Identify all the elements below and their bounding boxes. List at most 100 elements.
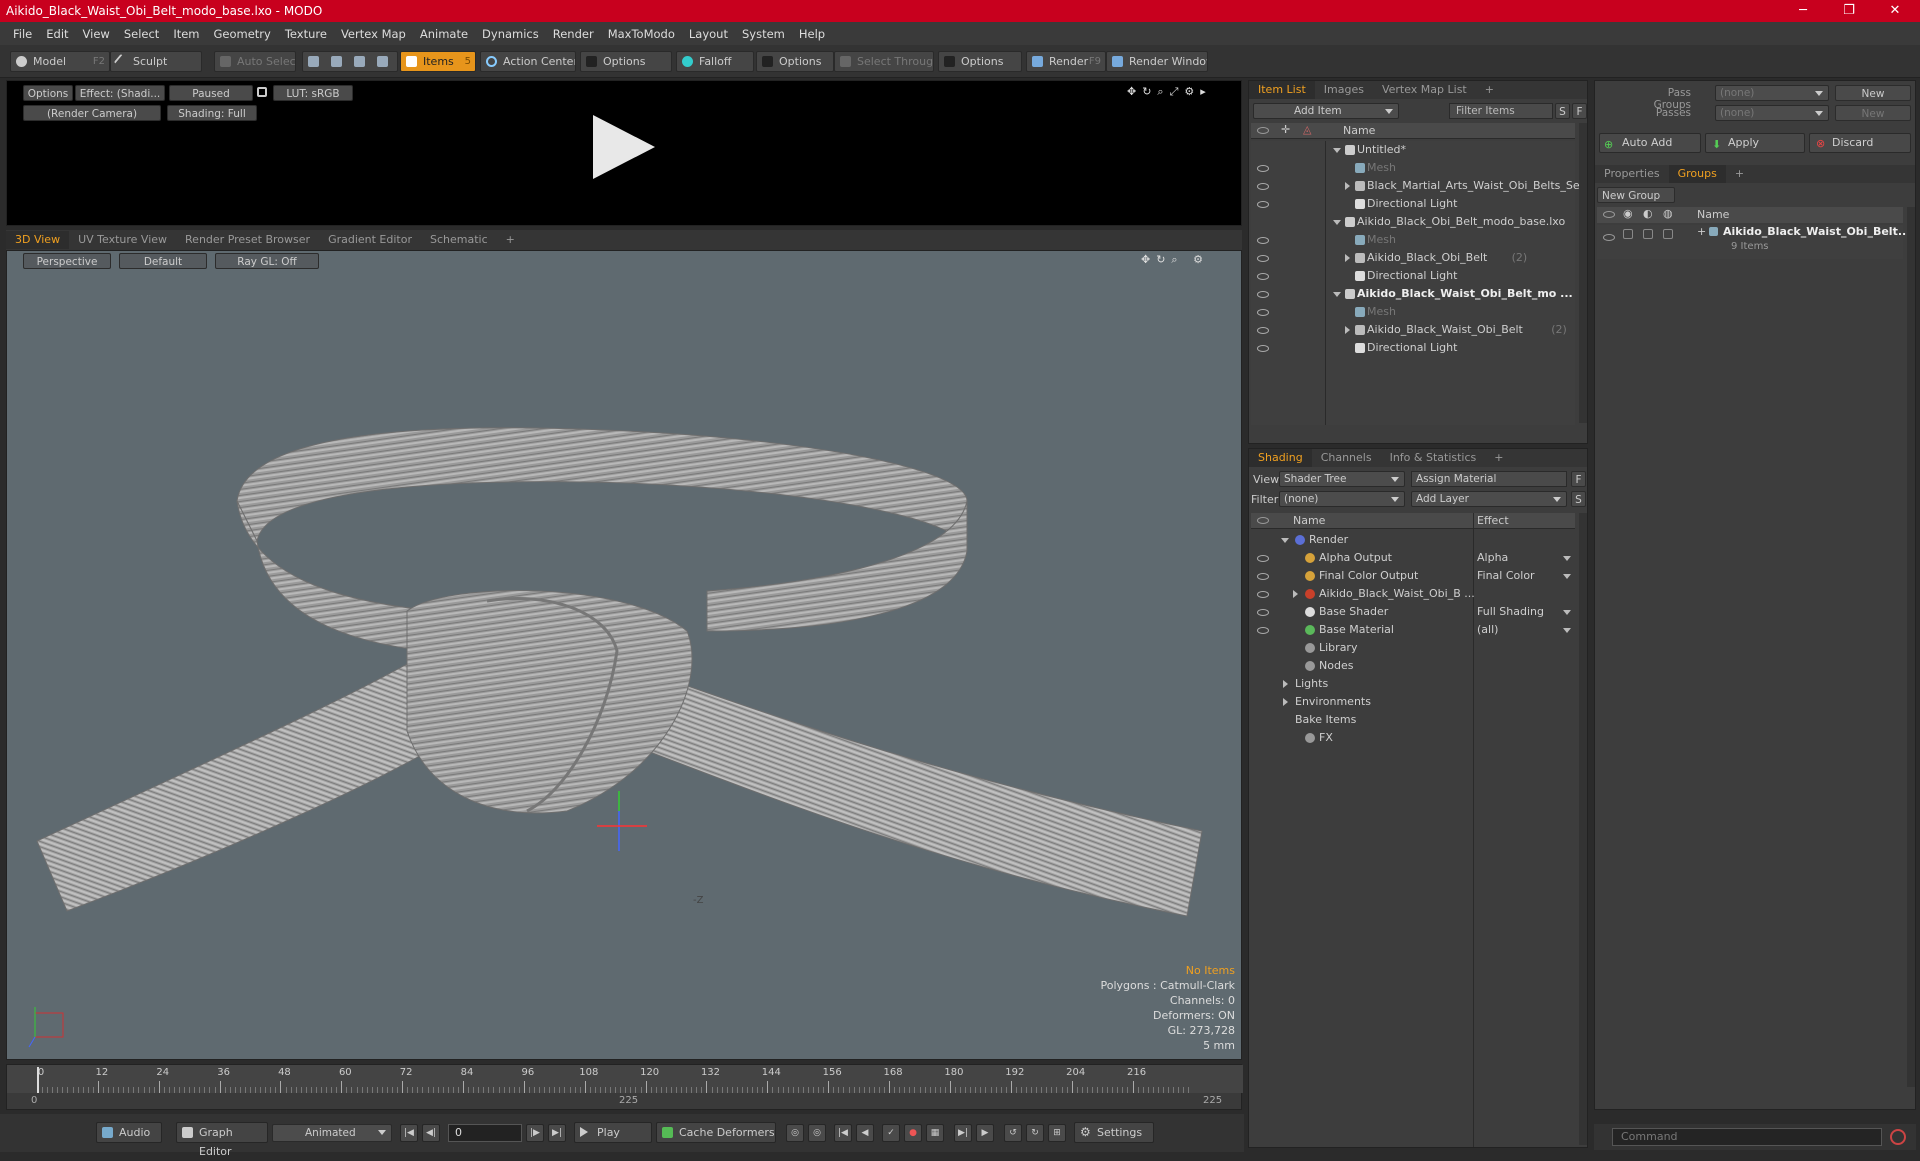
menu-item-file[interactable]: File: [6, 27, 39, 41]
effect-dropdown[interactable]: (all): [1477, 621, 1573, 639]
tab-uv-texture-view[interactable]: UV Texture View: [69, 231, 176, 249]
tab-images[interactable]: Images: [1315, 81, 1373, 99]
effect-dropdown[interactable]: Full Shading: [1477, 603, 1573, 621]
render-toggle-icon[interactable]: [1623, 229, 1633, 239]
menu-item-geometry[interactable]: Geometry: [207, 27, 278, 41]
render-window-button[interactable]: Render Window: [1106, 51, 1208, 72]
auto-select-button[interactable]: Auto Select: [214, 51, 296, 72]
add-item-dropdown[interactable]: Add Item: [1253, 103, 1399, 119]
auto-add-button[interactable]: ⊕ Auto Add: [1599, 133, 1701, 153]
sculpt-mode-button[interactable]: Sculpt: [110, 51, 202, 72]
group-row[interactable]: + Aikido_Black_Waist_Obi_Belt... 9 Items: [1597, 225, 1910, 259]
shading-dropdown[interactable]: Shading: Full: [167, 105, 257, 121]
shader-row[interactable]: Final Color Output Final Color: [1251, 567, 1575, 585]
maximize-button[interactable]: ❐: [1826, 0, 1872, 22]
play-icon[interactable]: [593, 115, 655, 179]
render-camera-dropdown[interactable]: (Render Camera): [23, 105, 161, 121]
tab-item-list[interactable]: Item List: [1249, 81, 1315, 99]
expand-arrow-icon[interactable]: [1345, 326, 1350, 334]
item-row[interactable]: Mesh: [1251, 159, 1575, 177]
model-mode-button[interactable]: Model F2: [10, 51, 110, 72]
add-tab-button[interactable]: +: [497, 231, 524, 249]
render-button[interactable]: Render F9: [1026, 51, 1106, 72]
tab-gradient-editor[interactable]: Gradient Editor: [319, 231, 421, 249]
frame-input[interactable]: 0: [448, 1124, 522, 1142]
visibility-toggle-icon[interactable]: [1257, 591, 1269, 598]
item-list-scrollbar[interactable]: [1579, 123, 1587, 423]
timeline-playhead[interactable]: [37, 1067, 39, 1093]
shading-scrollbar[interactable]: [1579, 513, 1587, 1145]
shader-row[interactable]: Environments: [1251, 693, 1575, 711]
item-row[interactable]: Directional Light: [1251, 339, 1575, 357]
preview-view-controls[interactable]: ✥↻⌕⤢⚙▸: [1127, 85, 1237, 99]
visibility-toggle-icon[interactable]: [1257, 345, 1269, 352]
filter-dropdown[interactable]: (none): [1279, 491, 1405, 507]
add-tab-button[interactable]: +: [1485, 449, 1512, 467]
timeline-ruler[interactable]: 0 12 24 36 48 60 72 84 96 108 120 132 144 156 168 180 19…: [7, 1065, 1243, 1093]
effect-dropdown[interactable]: Final Color: [1477, 567, 1573, 585]
menu-item-view[interactable]: View: [76, 27, 117, 41]
menu-item-select[interactable]: Select: [117, 27, 166, 41]
item-row[interactable]: Untitled*: [1251, 141, 1575, 159]
preview-options-button[interactable]: Options: [23, 85, 73, 101]
stop-icon[interactable]: [1890, 1129, 1906, 1145]
visibility-toggle-icon[interactable]: [1257, 627, 1269, 634]
play-button[interactable]: Play: [574, 1122, 652, 1143]
visibility-toggle-icon[interactable]: [1603, 234, 1615, 241]
groups-scrollbar[interactable]: [1907, 207, 1915, 1087]
select-through-options-button[interactable]: Options: [938, 51, 1022, 72]
visibility-toggle-icon[interactable]: [1257, 255, 1269, 262]
falloff-options-button[interactable]: Options: [756, 51, 834, 72]
visibility-toggle-icon[interactable]: [1257, 237, 1269, 244]
tab-render-preset-browser[interactable]: Render Preset Browser: [176, 231, 319, 249]
passes-dropdown[interactable]: (none): [1715, 105, 1829, 121]
vertex-mode-icon[interactable]: [308, 56, 319, 67]
cache-deformers-button[interactable]: Cache Deformers: [656, 1122, 776, 1143]
item-list-s-button[interactable]: S: [1555, 103, 1570, 119]
item-row[interactable]: Aikido_Black_Obi_Belt_modo_base.lxo: [1251, 213, 1575, 231]
menu-item-render[interactable]: Render: [546, 27, 601, 41]
item-row[interactable]: Mesh: [1251, 231, 1575, 249]
shader-row[interactable]: Library: [1251, 639, 1575, 657]
collapse-arrow-icon[interactable]: [1281, 538, 1289, 543]
shader-row[interactable]: FX: [1251, 729, 1575, 747]
menu-item-edit[interactable]: Edit: [39, 27, 75, 41]
items-mode-button[interactable]: Items 5: [400, 51, 476, 72]
shader-row[interactable]: Lights: [1251, 675, 1575, 693]
prev-key-icon[interactable]: |◀: [834, 1124, 852, 1142]
loop-icon[interactable]: ↺: [1004, 1124, 1022, 1142]
expand-arrow-icon[interactable]: [1283, 698, 1288, 706]
new-group-button[interactable]: New Group: [1597, 187, 1675, 203]
command-input[interactable]: Command: [1612, 1128, 1882, 1146]
next-key2-icon[interactable]: ▶: [976, 1124, 994, 1142]
visibility-toggle-icon[interactable]: [1257, 309, 1269, 316]
new-pass-button[interactable]: New: [1835, 105, 1911, 121]
key-icon[interactable]: ◎: [786, 1124, 804, 1142]
material-mode-icon[interactable]: [377, 56, 388, 67]
visibility-toggle-icon[interactable]: [1257, 291, 1269, 298]
tab-shading[interactable]: Shading: [1249, 449, 1312, 467]
tab-vertex-map-list[interactable]: Vertex Map List: [1373, 81, 1476, 99]
expand-arrow-icon[interactable]: [1345, 182, 1350, 190]
polygon-mode-icon[interactable]: [354, 56, 365, 67]
graph-editor-button[interactable]: Graph Editor: [176, 1122, 268, 1158]
collapse-arrow-icon[interactable]: [1333, 292, 1341, 297]
visibility-toggle-icon[interactable]: [1257, 165, 1269, 172]
tab-groups[interactable]: Groups: [1668, 165, 1726, 183]
item-row[interactable]: Aikido_Black_Waist_Obi_Belt_mo ...: [1251, 285, 1575, 303]
effect-dropdown[interactable]: Alpha: [1477, 549, 1573, 567]
discard-button[interactable]: ⊗ Discard: [1809, 133, 1911, 153]
pass-groups-dropdown[interactable]: (none): [1715, 85, 1829, 101]
lut-dropdown[interactable]: LUT: sRGB: [273, 85, 353, 101]
shader-row[interactable]: Render: [1251, 531, 1575, 549]
select-through-button[interactable]: Select Through: [834, 51, 934, 72]
3d-viewport[interactable]: Perspective Default Ray GL: Off ✥↻⌕ ⚙ -Z…: [6, 250, 1242, 1060]
goto-end-icon[interactable]: ▶|: [548, 1124, 566, 1142]
item-row[interactable]: Aikido_Black_Obi_Belt (2): [1251, 249, 1575, 267]
preview-paused-button[interactable]: Paused: [169, 85, 253, 101]
shader-row[interactable]: Nodes: [1251, 657, 1575, 675]
preview-effect-dropdown[interactable]: Effect: (Shadi...: [75, 85, 165, 101]
visibility-toggle-icon[interactable]: [1257, 183, 1269, 190]
lock-toggle-icon[interactable]: [1643, 229, 1653, 239]
item-row[interactable]: Directional Light: [1251, 195, 1575, 213]
